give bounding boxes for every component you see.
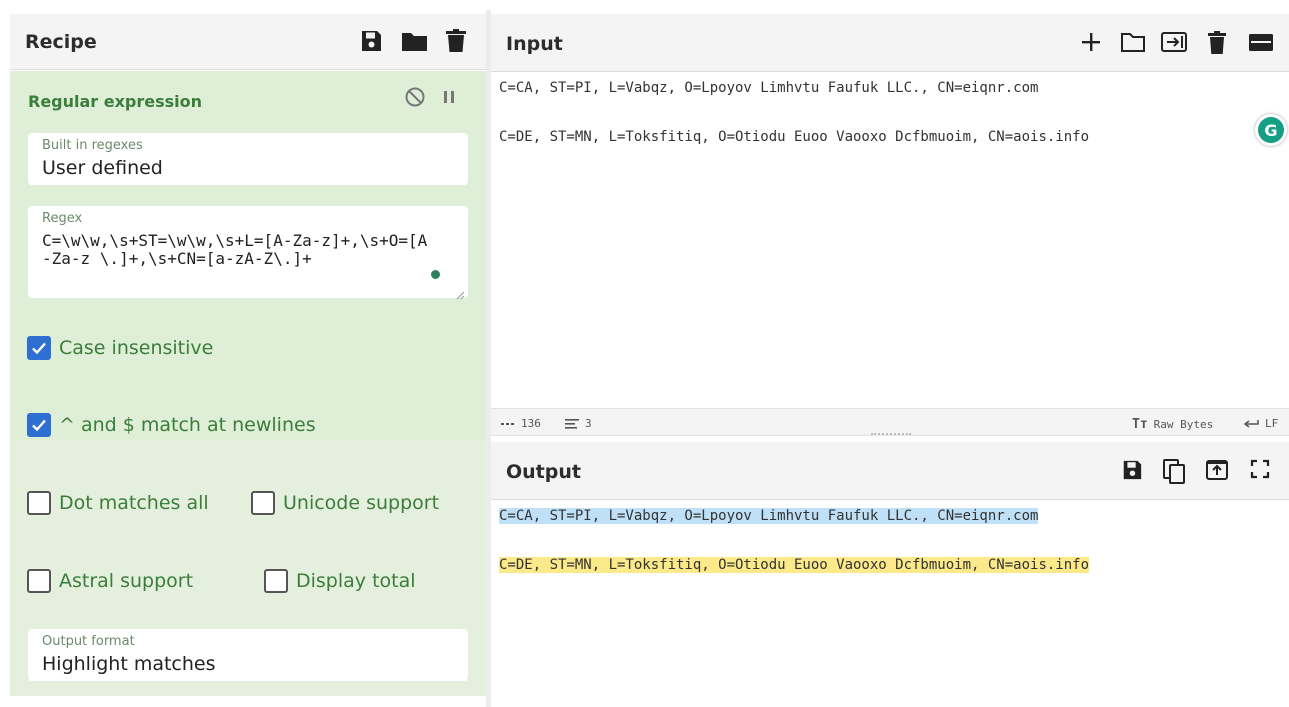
output-match: C=DE, ST=MN, L=Toksfitiq, O=Otiodu Euoo … xyxy=(499,557,1090,573)
line-count-icon xyxy=(565,418,579,429)
built-in-regexes-value: User defined xyxy=(42,157,163,179)
astral-support-checkbox[interactable]: Astral support xyxy=(27,569,193,593)
save-output-icon[interactable] xyxy=(1121,459,1143,485)
output-format-value: Highlight matches xyxy=(42,653,216,675)
input-status-bar: 136 3 Tт Raw Bytes LF xyxy=(491,408,1289,436)
folder-icon[interactable] xyxy=(401,29,428,53)
line-count: 3 xyxy=(565,417,592,430)
copy-icon[interactable] xyxy=(1162,459,1186,489)
multiline-checkbox[interactable]: ^ and $ match at newlines xyxy=(27,413,316,437)
char-count-value: 136 xyxy=(521,417,541,430)
checkbox-checked-icon xyxy=(27,413,51,437)
char-count: 136 xyxy=(501,417,541,430)
unicode-support-label: Unicode support xyxy=(283,492,440,514)
output-header: Output xyxy=(491,442,1289,500)
resize-grip-icon[interactable] xyxy=(455,285,465,300)
output-match: C=CA, ST=PI, L=Vabqz, O=Lpoyov Limhvtu F… xyxy=(499,508,1039,524)
display-total-checkbox[interactable]: Display total xyxy=(264,569,416,593)
multiline-label: ^ and $ match at newlines xyxy=(59,414,316,436)
built-in-regexes-label: Built in regexes xyxy=(42,138,143,153)
recipe-title: Recipe xyxy=(25,31,97,53)
eol-label: LF xyxy=(1265,417,1279,430)
status-dot-icon xyxy=(431,270,440,279)
save-icon[interactable] xyxy=(359,29,383,53)
grammarly-icon[interactable]: G xyxy=(1255,114,1287,146)
checkbox-unchecked-icon xyxy=(27,491,51,515)
raw-bytes-label: Raw Bytes xyxy=(1153,418,1214,431)
astral-support-label: Astral support xyxy=(59,570,194,592)
dot-matches-all-checkbox[interactable]: Dot matches all xyxy=(27,491,209,515)
maximise-icon[interactable] xyxy=(1250,459,1270,483)
line-count-value: 3 xyxy=(585,417,592,430)
trash-icon[interactable] xyxy=(445,29,467,53)
input-textarea[interactable]: C=CA, ST=PI, L=Vabqz, O=Lpoyov Limhvtu F… xyxy=(491,72,1289,408)
checkbox-unchecked-icon xyxy=(27,569,51,593)
clear-input-icon[interactable] xyxy=(1207,31,1227,59)
layout-icon[interactable] xyxy=(1248,31,1274,57)
replace-input-icon[interactable] xyxy=(1205,459,1229,485)
resize-handle[interactable] xyxy=(871,433,911,436)
load-file-icon[interactable] xyxy=(1160,31,1188,57)
dot-matches-all-label: Dot matches all xyxy=(59,492,209,514)
disable-icon[interactable] xyxy=(404,86,426,112)
char-count-icon xyxy=(501,422,514,425)
regex-input[interactable]: Regex C=\w\w,\s+ST=\w\w,\s+L=[A-Za-z]+,\… xyxy=(28,206,468,300)
checkbox-unchecked-icon xyxy=(264,569,288,593)
return-arrow-icon xyxy=(1243,419,1259,428)
regex-label: Regex xyxy=(42,211,83,226)
recipe-header: Recipe xyxy=(10,14,486,70)
output-textarea[interactable]: C=CA, ST=PI, L=Vabqz, O=Lpoyov Limhvtu F… xyxy=(491,500,1289,707)
add-tab-icon[interactable] xyxy=(1080,31,1102,57)
regex-value: C=\w\w,\s+ST=\w\w,\s+L=[A-Za-z]+,\s+O=[A… xyxy=(42,231,428,268)
input-line: C=CA, ST=PI, L=Vabqz, O=Lpoyov Limhvtu F… xyxy=(499,80,1039,96)
input-title: Input xyxy=(506,33,563,55)
pause-icon[interactable] xyxy=(441,86,459,112)
output-format-label: Output format xyxy=(42,634,135,649)
output-format-select[interactable]: Output format Highlight matches xyxy=(28,629,468,681)
checkbox-checked-icon xyxy=(27,336,51,360)
eol-toggle[interactable]: LF xyxy=(1243,417,1278,430)
built-in-regexes-select[interactable]: Built in regexes User defined xyxy=(28,133,468,185)
unicode-support-checkbox[interactable]: Unicode support xyxy=(251,491,439,515)
display-total-label: Display total xyxy=(296,570,416,592)
input-line: C=DE, ST=MN, L=Toksfitiq, O=Otiodu Euoo … xyxy=(499,129,1090,145)
text-size-icon: Tт xyxy=(1132,417,1148,432)
case-insensitive-checkbox[interactable]: Case insensitive xyxy=(27,336,213,360)
output-title: Output xyxy=(506,461,581,483)
case-insensitive-label: Case insensitive xyxy=(59,337,214,359)
operation-title: Regular expression xyxy=(28,92,203,111)
raw-bytes-toggle[interactable]: Tт Raw Bytes xyxy=(1132,417,1213,432)
open-folder-icon[interactable] xyxy=(1120,31,1146,57)
input-header: Input xyxy=(491,14,1289,72)
checkbox-unchecked-icon xyxy=(251,491,275,515)
